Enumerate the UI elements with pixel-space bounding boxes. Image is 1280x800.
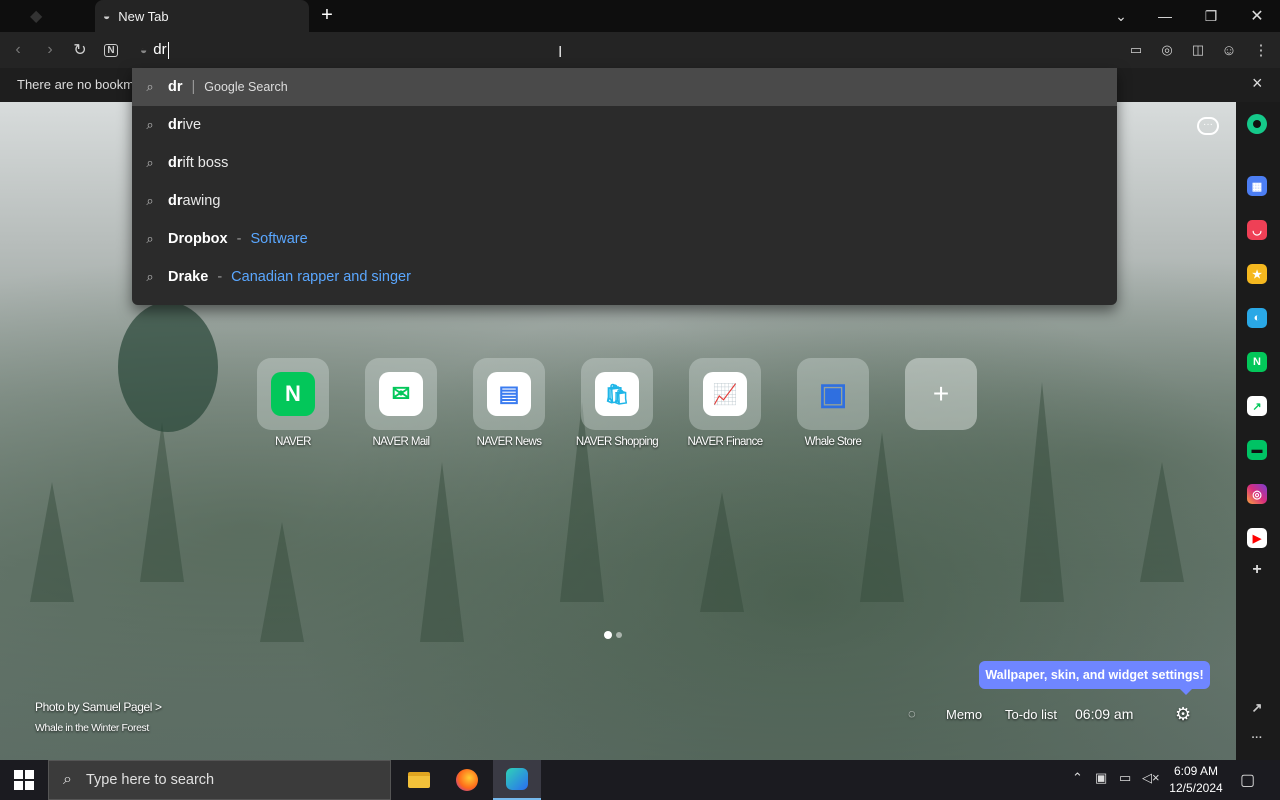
mail-icon: ✉ xyxy=(379,372,423,416)
page-indicator-active[interactable] xyxy=(604,631,612,639)
naver-icon: N xyxy=(271,372,315,416)
favorites-star-icon[interactable]: ★ xyxy=(1247,264,1267,284)
calendar-icon[interactable]: ▦ xyxy=(1247,176,1267,196)
back-button[interactable]: ‹ xyxy=(6,38,30,62)
close-window-button[interactable]: ✕ xyxy=(1234,0,1280,32)
shortcut-label: Whale Store xyxy=(804,436,862,448)
search-icon: ⌕ xyxy=(63,771,72,788)
minimize-button[interactable]: — xyxy=(1142,0,1188,32)
shopping-icon: 🛍 xyxy=(595,372,639,416)
split-view-icon[interactable]: ◫ xyxy=(1186,38,1210,62)
chat-bubble-icon[interactable]: ··· xyxy=(1197,117,1219,135)
taskbar-search-placeholder: Type here to search xyxy=(85,772,215,788)
profile-icon[interactable]: ☺ xyxy=(1217,38,1241,62)
tooltip-arrow xyxy=(1180,689,1192,695)
new-tab-button[interactable]: + xyxy=(316,4,338,26)
settings-tooltip: Wallpaper, skin, and widget settings! xyxy=(979,661,1210,689)
suggestion-item[interactable]: ⌕ dr ive xyxy=(132,106,1117,144)
search-icon: ⌕ xyxy=(146,79,154,94)
address-input-text[interactable]: dr xyxy=(153,41,169,59)
whale-browser-taskbar-icon[interactable] xyxy=(493,760,541,800)
shortcut-whale-store[interactable]: ▣ xyxy=(797,358,869,430)
naver-home-icon[interactable]: N xyxy=(99,38,123,62)
suggestion-item[interactable]: ⌕ Drake - Canadian rapper and singer xyxy=(132,258,1117,296)
tab-title: New Tab xyxy=(118,8,169,24)
menu-icon[interactable]: ⋮ xyxy=(1249,38,1273,62)
plus-icon: + xyxy=(932,378,950,409)
shortcut-label: NAVER Finance xyxy=(687,436,763,448)
forward-button[interactable]: › xyxy=(38,38,62,62)
shortcut-label: NAVER News xyxy=(476,436,542,448)
volume-muted-icon[interactable]: ◁× xyxy=(1142,770,1160,786)
search-icon: ⌕ xyxy=(146,155,154,170)
suggestion-item[interactable]: ⌕ Dropbox - Software xyxy=(132,220,1117,258)
naver-mail-sidebar-icon[interactable]: N xyxy=(1247,352,1267,372)
shortcut-naver-mail[interactable]: ✉ xyxy=(365,358,437,430)
capture-icon[interactable]: ◎ xyxy=(1155,38,1179,62)
shortcut-naver[interactable]: N xyxy=(257,358,329,430)
suggestion-item[interactable]: ⌕ dr | Google Search xyxy=(132,68,1117,106)
pocket-icon[interactable]: ◡ xyxy=(1247,220,1267,240)
whale-space-icon[interactable] xyxy=(1247,114,1267,134)
suggestion-item[interactable]: ⌕ dr ift boss xyxy=(132,144,1117,182)
external-open-icon[interactable]: ↗ xyxy=(1247,698,1267,718)
photo-credit[interactable]: Photo by Samuel Pagel > xyxy=(35,700,162,714)
search-icon: ⌕ xyxy=(146,117,154,132)
network-icon[interactable]: ▭ xyxy=(1119,770,1131,786)
news-icon: ▤ xyxy=(487,372,531,416)
whale-tab-icon: ◒ xyxy=(103,9,111,23)
page-indicator[interactable] xyxy=(616,632,622,638)
shortcut-naver-news[interactable]: ▤ xyxy=(473,358,545,430)
restore-button[interactable]: ❐ xyxy=(1188,0,1234,32)
notification-center-icon[interactable]: ▢ xyxy=(1240,770,1255,790)
add-shortcut-button[interactable]: + xyxy=(905,358,977,430)
tab-list-chevron-icon[interactable]: ⌄ xyxy=(1098,0,1144,32)
finance-sidebar-icon[interactable]: ↗ xyxy=(1247,396,1267,416)
tray-overflow-icon[interactable]: ⌃ xyxy=(1072,770,1083,786)
shortcut-naver-shopping[interactable]: 🛍 xyxy=(581,358,653,430)
file-explorer-icon[interactable] xyxy=(395,760,443,800)
wallpaper-title: Whale in the Winter Forest xyxy=(35,722,149,734)
shortcut-naver-finance[interactable]: 📈 xyxy=(689,358,761,430)
more-icon[interactable]: ··· xyxy=(1247,728,1267,748)
clock-widget[interactable]: 06:09 am xyxy=(1075,706,1133,722)
todo-widget[interactable]: To-do list xyxy=(1005,707,1057,722)
search-icon: ⌕ xyxy=(146,269,154,284)
windows-start-icon[interactable] xyxy=(14,770,34,790)
whale-logo-icon: ◆ xyxy=(30,8,43,25)
store-icon: ▣ xyxy=(818,377,848,411)
firefox-icon[interactable] xyxy=(443,760,491,800)
pip-icon[interactable]: ▭ xyxy=(1124,38,1148,62)
whale-logo-shape xyxy=(118,302,218,432)
close-bookmarks-bar-button[interactable]: × xyxy=(1252,73,1263,94)
weather-widget-icon[interactable]: ◌ xyxy=(908,706,916,721)
autocomplete-dropdown: ⌕ dr | Google Search ⌕ dr ive ⌕ dr ift bos… xyxy=(132,68,1117,305)
instagram-icon[interactable]: ◎ xyxy=(1247,484,1267,504)
tab-new-tab[interactable]: ◒ New Tab xyxy=(95,0,309,32)
taskbar-search-box[interactable]: ⌕ Type here to search xyxy=(48,760,391,800)
sidebar xyxy=(1236,102,1280,760)
search-icon: ⌕ xyxy=(146,231,154,246)
gear-icon[interactable]: ⚙ xyxy=(1175,704,1191,725)
address-bar[interactable]: ◒ dr xyxy=(132,32,1117,68)
chzzk-icon[interactable]: ▬ xyxy=(1247,440,1267,460)
shortcut-label: NAVER xyxy=(275,436,311,448)
memo-widget[interactable]: Memo xyxy=(946,707,982,722)
suggestion-item[interactable]: ⌕ dr awing xyxy=(132,182,1117,220)
system-clock[interactable]: 6:09 AM 12/5/2024 xyxy=(1168,763,1224,797)
shortcut-label: NAVER Shopping xyxy=(575,436,659,448)
security-icon[interactable]: ▣ xyxy=(1095,770,1107,786)
whale-site-icon: ◒ xyxy=(140,43,148,57)
reload-button[interactable]: ↻ xyxy=(68,38,92,62)
add-sidebar-app-icon[interactable]: + xyxy=(1247,560,1267,580)
translate-icon[interactable]: ◐ xyxy=(1247,308,1267,328)
search-icon: ⌕ xyxy=(146,193,154,208)
shortcut-label: NAVER Mail xyxy=(372,436,430,448)
text-cursor-icon: I xyxy=(558,44,563,61)
finance-icon: 📈 xyxy=(703,372,747,416)
youtube-icon[interactable]: ▶ xyxy=(1247,528,1267,548)
